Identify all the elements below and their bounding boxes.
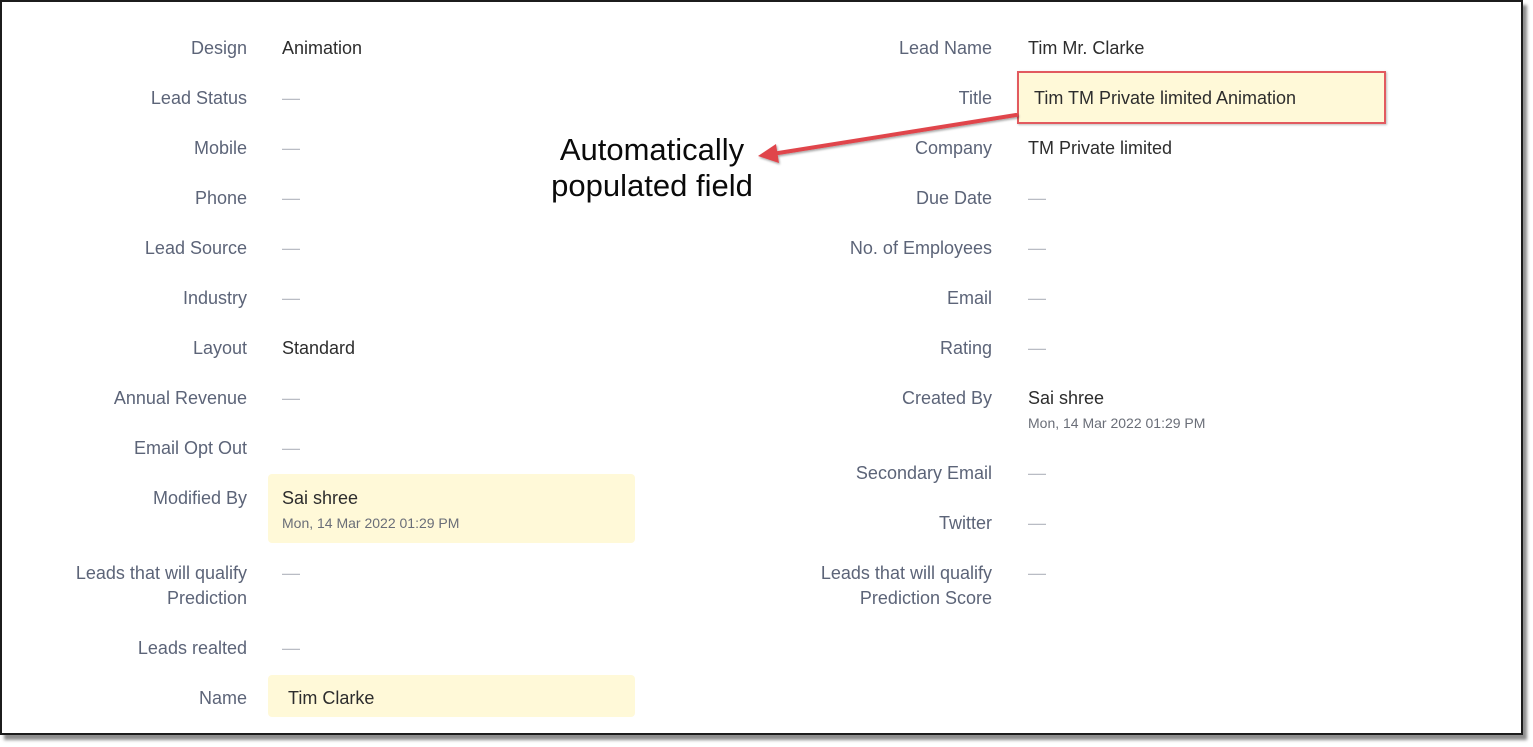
annotation-arrow-icon (758, 113, 1018, 163)
lead-details-panel: Design Animation Lead Status — Mobile — … (0, 0, 1523, 735)
